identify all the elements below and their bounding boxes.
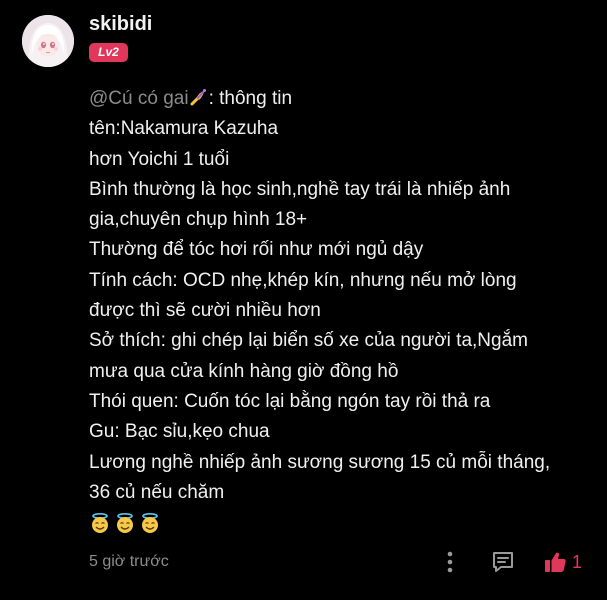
comment-line: hơn Yoichi 1 tuổi — [89, 148, 230, 170]
more-vertical-icon — [447, 551, 453, 573]
comment-line: được thì sẽ cười nhiều hơn — [89, 300, 321, 322]
comment-body: @Cú có gai : thông tin tên:Nakamura Kazu… — [89, 84, 594, 538]
comment-line: Gu: Bạc sỉu,kẹo chua — [89, 421, 270, 443]
avatar[interactable] — [22, 15, 74, 67]
thumbs-up-icon — [545, 552, 566, 572]
comment-line: mưa qua cửa kính hàng giờ đồng hồ — [89, 360, 399, 382]
comment-line: Bình thường là học sinh,nghề tay trái là… — [89, 178, 511, 200]
smiling-face-with-halo-emoji — [117, 513, 133, 534]
comment-line: 36 củ nếu chăm — [89, 481, 225, 503]
mention-link[interactable]: @Cú có gai — [89, 88, 189, 109]
comment-line: gia,chuyên chụp hình 18+ — [89, 209, 308, 231]
like-count: 1 — [572, 551, 583, 572]
comment-line: Tính cách: OCD nhẹ,khép kín, nhưng nếu m… — [89, 269, 517, 291]
comment-line: : thông tin — [208, 88, 293, 109]
comment-card: skibidi Lv2 @Cú có gai : thông tin tên:N… — [0, 0, 607, 600]
emoji-row — [89, 508, 594, 538]
like-button[interactable]: 1 — [543, 548, 582, 576]
comment-line: tên:Nakamura Kazuha — [89, 118, 279, 140]
smiling-face-with-halo-emoji — [92, 513, 108, 534]
timestamp: 5 giờ trước — [89, 553, 169, 570]
comment-line: Thói quen: Cuốn tóc lại bằng ngón tay rồ… — [89, 390, 491, 412]
reply-button[interactable] — [490, 549, 516, 575]
comment-line: Thường để tóc hơi rối như mới ngủ dậy — [89, 239, 424, 261]
comment-line: Lương nghề nhiếp ảnh sương sương 15 củ m… — [89, 451, 551, 473]
writing-hand-emoji — [190, 89, 206, 106]
level-badge: Lv2 — [89, 43, 128, 62]
smiling-face-with-halo-emoji — [142, 513, 158, 534]
comment-first-line: @Cú có gai : thông tin — [89, 84, 594, 114]
username[interactable]: skibidi — [89, 13, 152, 36]
more-options-button[interactable] — [440, 549, 460, 575]
comment-line: Sở thích: ghi chép lại biển số xe của ng… — [89, 330, 528, 352]
reply-icon — [493, 552, 513, 572]
